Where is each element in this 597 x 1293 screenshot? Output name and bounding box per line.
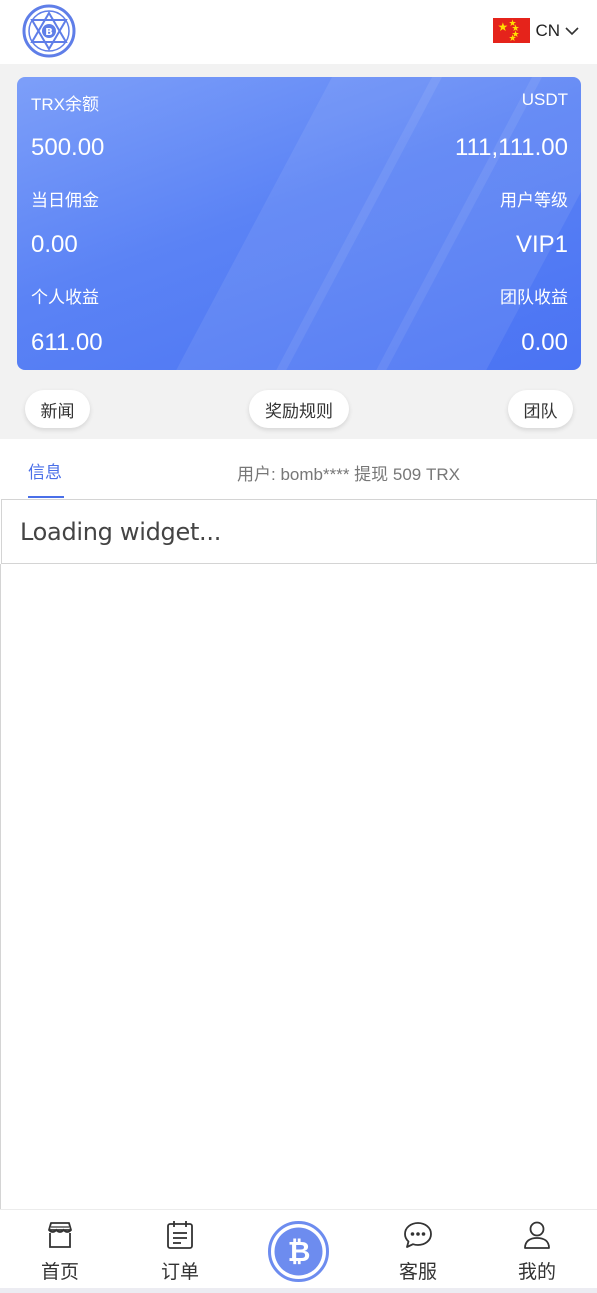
tabbar-item-mine[interactable]: 我的 (497, 1210, 577, 1289)
personal-income-label: 个人收益 (31, 288, 99, 307)
daily-commission-label: 当日佣金 (31, 191, 99, 210)
info-row: 信息 用户: bomb**** 提现 509 TRX (0, 439, 597, 499)
language-selector[interactable]: ★ ★ ★ ★ ★ CN (493, 18, 579, 43)
chat-bubble-icon (404, 1222, 432, 1248)
header: B ★ ★ ★ ★ ★ CN (0, 0, 597, 64)
widget-loading-text: Loading widget... (20, 518, 222, 546)
tabbar-orders-label: 订单 (160, 1262, 199, 1283)
widget-container: Loading widget... (1, 499, 597, 564)
bottom-safe-area (0, 1288, 597, 1293)
rewards-rules-button[interactable]: 奖励规则 (249, 390, 349, 428)
clipboard-icon (167, 1221, 193, 1249)
trx-balance-label: TRX余额 (31, 95, 99, 114)
balance-card: TRX余额 USDT 500.00 111,111.00 当日佣金 用户等级 0… (17, 77, 581, 370)
user-level-value: VIP1 (515, 231, 568, 258)
daily-commission-value: 0.00 (31, 231, 78, 258)
team-income-value: 0.00 (521, 329, 568, 356)
tab-info[interactable]: 信息 (28, 458, 62, 483)
tabbar-item-orders[interactable]: 订单 (140, 1210, 220, 1289)
tabbar-mine-label: 我的 (517, 1262, 556, 1283)
chevron-down-icon (565, 26, 579, 35)
logo-emblem-icon[interactable]: B (20, 4, 78, 58)
usdt-value: 111,111.00 (455, 134, 568, 161)
tabbar-home-label: 首页 (40, 1262, 79, 1283)
user-icon (524, 1221, 550, 1249)
tab-active-indicator (28, 496, 64, 498)
language-label: CN (535, 20, 560, 40)
personal-income-value: 611.00 (31, 329, 103, 356)
announcement-ticker: 用户: bomb**** 提现 509 TRX (237, 465, 460, 484)
news-button[interactable]: 新闻 (25, 390, 90, 428)
tabbar-item-support[interactable]: 客服 (378, 1210, 458, 1289)
content-border (0, 564, 1, 1210)
svg-text:₿: ₿ (288, 1235, 311, 1268)
team-button[interactable]: 团队 (508, 390, 573, 428)
store-icon (48, 1222, 72, 1248)
tabbar-support-label: 客服 (398, 1262, 437, 1283)
svg-text:B: B (45, 27, 53, 38)
bitcoin-icon[interactable]: ₿ (268, 1221, 329, 1282)
trx-balance-value: 500.00 (31, 134, 105, 161)
team-income-label: 团队收益 (500, 288, 568, 307)
usdt-label: USDT (521, 90, 568, 109)
china-flag-icon: ★ ★ ★ ★ ★ (493, 18, 531, 43)
tabbar-item-home[interactable]: 首页 (20, 1210, 100, 1289)
user-level-label: 用户等级 (500, 191, 568, 210)
